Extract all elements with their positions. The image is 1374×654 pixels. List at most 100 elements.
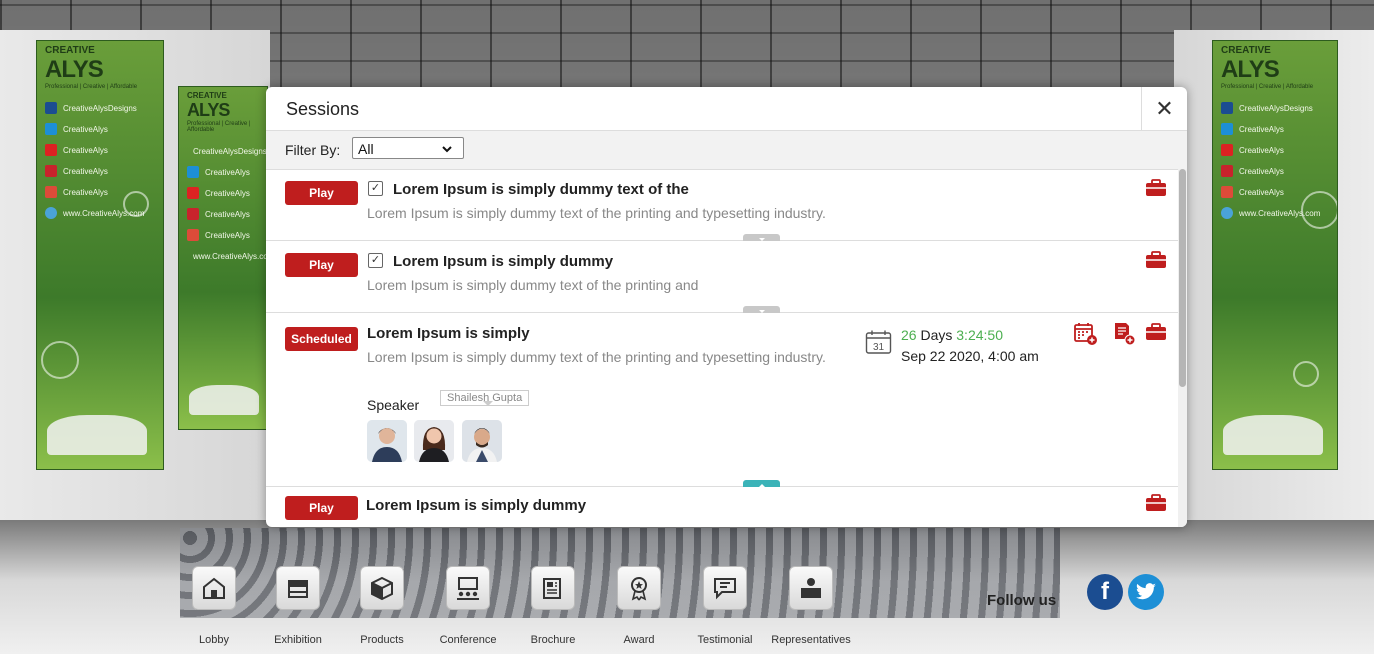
add-document-icon[interactable] bbox=[1112, 322, 1136, 346]
filter-selected-value: All bbox=[358, 141, 374, 157]
session-item: Play ✓ Lorem Ipsum is simply dummy text … bbox=[266, 169, 1178, 241]
session-title: Lorem Ipsum is simply dummy text of the bbox=[393, 181, 689, 198]
scrollbar-thumb[interactable] bbox=[1179, 169, 1186, 387]
add-to-calendar-icon[interactable] bbox=[1074, 322, 1098, 346]
scheduled-button[interactable]: Scheduled bbox=[285, 327, 358, 351]
session-item-scheduled: Scheduled Lorem Ipsum is simply Lorem Ip… bbox=[266, 313, 1178, 487]
follow-us-label: Follow us bbox=[987, 592, 1057, 609]
banner-logo: CREATIVE ALYS bbox=[187, 91, 230, 120]
close-button[interactable]: ✕ bbox=[1141, 87, 1187, 130]
award-icon bbox=[617, 566, 661, 610]
book-illustration bbox=[47, 415, 147, 455]
testimonial-icon bbox=[703, 566, 747, 610]
banner-tagline: Professional | Creative | Affordable bbox=[45, 84, 138, 90]
play-button[interactable]: Play bbox=[285, 181, 358, 205]
speaker-avatar[interactable] bbox=[414, 420, 454, 462]
banner-social: CreativeAlys bbox=[45, 123, 155, 135]
session-title: Lorem Ipsum is simply dummy bbox=[366, 497, 587, 514]
banner-social: CreativeAlys bbox=[45, 165, 155, 177]
briefcase-icon[interactable] bbox=[1145, 251, 1167, 269]
chevron-down-icon bbox=[441, 138, 453, 167]
close-icon: ✕ bbox=[1155, 95, 1174, 121]
speaker-tooltip: Shailesh Gupta bbox=[440, 390, 530, 406]
twitter-icon[interactable]: t bbox=[1128, 574, 1164, 610]
banner-social: CreativeAlys bbox=[1221, 144, 1329, 156]
calendar-day-text: 31 bbox=[873, 342, 885, 353]
conference-icon bbox=[446, 566, 490, 610]
session-item: Play Lorem Ipsum is simply dummy bbox=[266, 487, 1178, 527]
filter-bar: Filter By: All bbox=[266, 131, 1187, 170]
nav-label: Testimonial bbox=[697, 634, 753, 646]
products-icon bbox=[360, 566, 404, 610]
banner-right: CREATIVE ALYS Professional | Creative | A… bbox=[1212, 40, 1338, 470]
countdown: 26 Days 3:24:50 bbox=[901, 327, 1003, 343]
banner-social: CreativeAlys bbox=[1221, 165, 1329, 177]
nav-label: Conference bbox=[439, 634, 497, 646]
banner-social: CreativeAlys bbox=[1221, 123, 1329, 135]
banner-social: CreativeAlys bbox=[187, 208, 259, 220]
session-description: Lorem Ipsum is simply dummy text of the … bbox=[367, 349, 826, 365]
banner-left-outer: CREATIVE ALYS Professional | Creative | A… bbox=[36, 40, 164, 470]
expand-toggle[interactable] bbox=[743, 306, 780, 313]
nav-label: Lobby bbox=[199, 634, 229, 646]
nav-award[interactable]: Award bbox=[599, 566, 679, 646]
banner-tagline: Professional | Creative | Affordable bbox=[1221, 84, 1314, 90]
banner-social: CreativeAlys bbox=[187, 229, 259, 241]
briefcase-icon[interactable] bbox=[1145, 494, 1167, 512]
modal-header: Sessions ✕ bbox=[266, 87, 1187, 131]
session-list: Play ✓ Lorem Ipsum is simply dummy text … bbox=[266, 169, 1178, 527]
banner-left-inner: CREATIVE ALYS Professional | Creative | A… bbox=[178, 86, 268, 430]
play-button[interactable]: Play bbox=[285, 496, 358, 520]
briefcase-icon[interactable] bbox=[1145, 323, 1167, 341]
banner-social: CreativeAlysDesigns bbox=[45, 102, 155, 114]
session-title: Lorem Ipsum is simply bbox=[367, 325, 530, 342]
banner-social: CreativeAlys bbox=[187, 187, 259, 199]
exhibition-icon bbox=[276, 566, 320, 610]
nav-representatives[interactable]: Representatives bbox=[771, 566, 851, 646]
play-button[interactable]: Play bbox=[285, 253, 358, 277]
nav-testimonial[interactable]: Testimonial bbox=[685, 566, 765, 646]
session-list-scrollbar[interactable] bbox=[1178, 169, 1187, 527]
session-description: Lorem Ipsum is simply dummy text of the … bbox=[367, 205, 826, 221]
filter-label: Filter By: bbox=[285, 142, 341, 158]
speaker-avatar[interactable] bbox=[367, 420, 407, 462]
brochure-icon bbox=[531, 566, 575, 610]
session-date: Sep 22 2020, 4:00 am bbox=[901, 348, 1039, 364]
representatives-icon bbox=[789, 566, 833, 610]
nav-label: Exhibition bbox=[274, 634, 322, 646]
nav-label: Products bbox=[360, 634, 404, 646]
session-checkbox[interactable]: ✓ bbox=[368, 253, 383, 268]
book-illustration bbox=[189, 385, 259, 415]
calendar-icon: 31 bbox=[865, 330, 892, 354]
filter-select[interactable]: All bbox=[352, 137, 464, 159]
modal-title: Sessions bbox=[286, 99, 360, 119]
nav-brochure[interactable]: Brochure bbox=[513, 566, 593, 646]
nav-label: Brochure bbox=[530, 634, 576, 646]
nav-label: Award bbox=[623, 634, 655, 646]
lobby-icon bbox=[192, 566, 236, 610]
session-checkbox[interactable]: ✓ bbox=[368, 181, 383, 196]
sessions-modal: Sessions ✕ Filter By: All Play ✓ Lorem I… bbox=[266, 87, 1187, 527]
briefcase-icon[interactable] bbox=[1145, 179, 1167, 197]
session-description: Lorem Ipsum is simply dummy text of the … bbox=[367, 277, 699, 293]
session-title: Lorem Ipsum is simply dummy bbox=[393, 253, 614, 270]
nav-label: Representatives bbox=[771, 634, 851, 646]
banner-social: CreativeAlys bbox=[45, 144, 155, 156]
speaker-avatar[interactable] bbox=[462, 420, 502, 462]
nav-conference[interactable]: Conference bbox=[428, 566, 508, 646]
collapse-toggle[interactable] bbox=[743, 480, 780, 487]
nav-exhibition[interactable]: Exhibition bbox=[258, 566, 338, 646]
nav-products[interactable]: Products bbox=[342, 566, 422, 646]
expand-toggle[interactable] bbox=[743, 234, 780, 241]
banner-logo: CREATIVE ALYS bbox=[1221, 45, 1280, 83]
session-item: Play ✓ Lorem Ipsum is simply dummy Lorem… bbox=[266, 241, 1178, 313]
nav-lobby[interactable]: Lobby bbox=[174, 566, 254, 646]
speaker-label: Speaker bbox=[367, 397, 420, 413]
banner-social: CreativeAlys bbox=[187, 166, 259, 178]
facebook-icon[interactable]: f bbox=[1087, 574, 1123, 610]
banner-social: CreativeAlysDesigns bbox=[1221, 102, 1329, 114]
book-illustration bbox=[1223, 415, 1323, 455]
banner-social: www.CreativeAlys.com bbox=[193, 251, 268, 261]
banner-logo: CREATIVE ALYS bbox=[45, 45, 104, 83]
banner-social: CreativeAlysDesigns bbox=[193, 146, 267, 156]
